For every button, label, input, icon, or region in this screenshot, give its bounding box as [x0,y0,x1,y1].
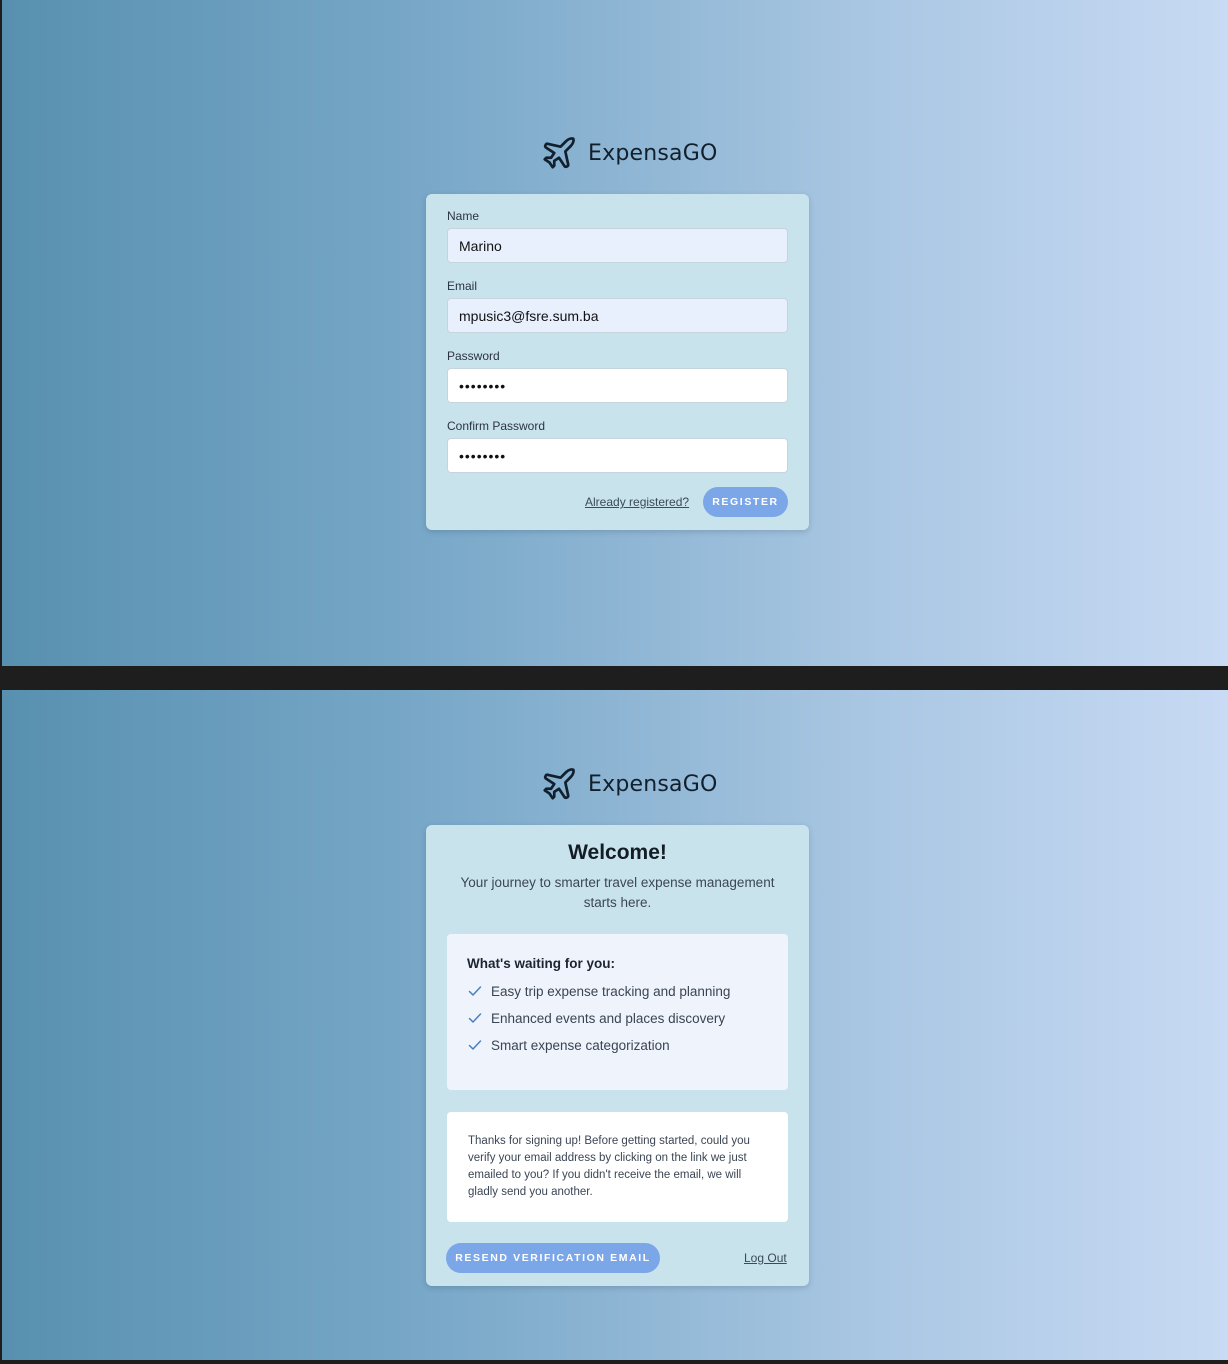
email-input[interactable] [447,298,788,333]
brand-name: ExpensaGO [588,771,718,797]
resend-verification-button[interactable]: RESEND VERIFICATION EMAIL [446,1243,660,1273]
check-icon [468,1040,482,1050]
benefits-box: What's waiting for you: Easy trip expens… [447,934,788,1090]
bottom-edge [0,1360,1228,1364]
register-form: Name Email Password Confirm Password Alr… [426,194,809,530]
password-input[interactable] [447,368,788,403]
brand-logo: ExpensaGO [540,765,717,803]
logout-link[interactable]: Log Out [744,1251,787,1265]
email-label: Email [447,279,478,293]
airplane-icon [543,768,575,800]
benefit-item: Enhanced events and places discovery [467,1010,725,1026]
confirm-password-label: Confirm Password [447,419,546,433]
benefit-item: Smart expense categorization [467,1037,670,1053]
check-icon [468,986,482,996]
verification-notice-text: Thanks for signing up! Before getting st… [468,1135,750,1198]
benefits-heading: What's waiting for you: [467,956,615,971]
password-label: Password [447,349,500,363]
register-button[interactable]: REGISTER [703,487,788,517]
screenshot-divider [0,666,1228,690]
verification-notice: Thanks for signing up! Before getting st… [447,1112,788,1222]
airplane-icon [543,137,575,169]
benefit-text: Enhanced events and places discovery [491,1010,726,1026]
check-icon [468,1013,482,1023]
brand-name: ExpensaGO [588,140,718,166]
welcome-screen: ExpensaGO Welcome! Your journey to smart… [0,690,1228,1360]
welcome-title: Welcome! [568,841,667,864]
name-label: Name [447,209,480,223]
welcome-card: Welcome! Your journey to smarter travel … [426,825,809,1286]
name-input[interactable] [447,228,788,263]
confirm-password-input[interactable] [447,438,788,473]
already-registered-link[interactable]: Already registered? [585,495,689,509]
brand-logo: ExpensaGO [540,134,717,172]
benefit-text: Smart expense categorization [491,1037,670,1053]
benefit-text: Easy trip expense tracking and planning [491,983,731,999]
welcome-subtitle: Your journey to smarter travel expense m… [460,875,775,910]
benefit-item: Easy trip expense tracking and planning [467,983,730,999]
register-screen: ExpensaGO Name Email Password Confirm Pa… [0,0,1228,666]
